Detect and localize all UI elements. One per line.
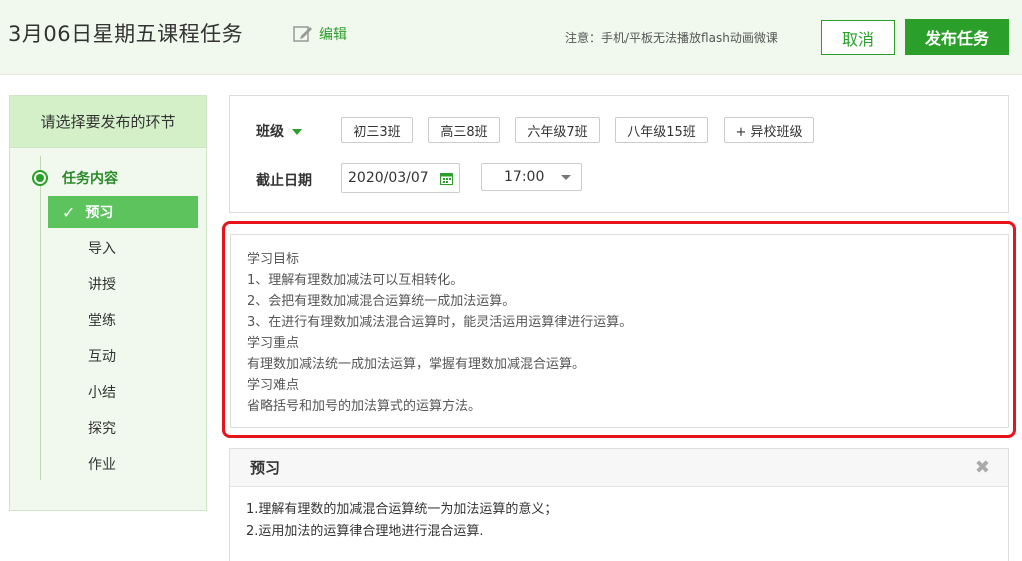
step-lecture[interactable]: 讲授 (48, 268, 198, 300)
flash-notice: 注意：手机/平板无法播放flash动画微课 (565, 31, 778, 45)
objective-line: 3、在进行有理数加减法混合运算时，能灵活运用运算律进行运算。 (247, 315, 633, 330)
step-interaction[interactable]: 互动 (48, 340, 198, 372)
objective-line: 有理数加减法统一成加法运算，掌握有理数加减混合运算。 (247, 357, 586, 372)
class-chip[interactable]: 初三3班 (341, 117, 413, 143)
deadline-date-value: 2020/03/07 (348, 170, 429, 186)
close-icon[interactable]: ✖ (975, 459, 990, 477)
step-preview[interactable]: ✓ 预习 (48, 196, 198, 228)
objective-line: 2、会把有理数加减混合运算统一成加法运算。 (247, 294, 516, 309)
class-dropdown[interactable]: 班级 (256, 121, 302, 141)
section-sidebar: 请选择要发布的环节 任务内容 ✓ 预习 导入 讲授 堂练 互动 小结 探究 作业 (9, 95, 207, 511)
step-label: 导入 (88, 241, 116, 257)
cancel-button[interactable]: 取消 (821, 20, 895, 55)
preview-card-title: 预习 (250, 459, 281, 477)
step-label: 讲授 (88, 277, 116, 293)
preview-card-body: 1.理解有理数的加减混合运算统一为加法运算的意义； 2.运用加法的运算律合理地进… (230, 487, 1008, 543)
step-label: 互动 (88, 349, 116, 365)
objective-line: 省略括号和加号的加法算式的运算方法。 (247, 399, 482, 414)
preview-line: 1.理解有理数的加减混合运算统一为加法运算的意义； (246, 502, 558, 517)
learning-objectives-box[interactable]: 学习目标 1、理解有理数加减法可以互相转化。 2、会把有理数加减混合运算统一成加… (230, 234, 1009, 428)
add-other-school-class-button[interactable]: + 异校班级 (724, 117, 814, 143)
publish-task-button[interactable]: 发布任务 (905, 19, 1009, 55)
step-label: 作业 (88, 457, 116, 473)
chevron-down-icon (561, 175, 571, 180)
check-icon: ✓ (62, 202, 76, 222)
objective-line: 学习重点 (247, 336, 300, 351)
step-label: 小结 (88, 385, 116, 401)
deadline-label: 截止日期 (256, 173, 312, 189)
class-chip[interactable]: 六年级7班 (515, 117, 600, 143)
deadline-date-input[interactable]: 2020/03/07 (341, 163, 460, 193)
preview-card: 预习 ✖ 1.理解有理数的加减混合运算统一为加法运算的意义； 2.运用加法的运算… (229, 448, 1009, 561)
step-inquiry[interactable]: 探究 (48, 412, 198, 444)
edit-button[interactable]: 编辑 (293, 24, 347, 44)
step-label: 预习 (85, 205, 114, 221)
preview-line: 2.运用加法的运算律合理地进行混合运算. (246, 524, 484, 539)
class-label: 班级 (256, 124, 284, 140)
section-label: 任务内容 (62, 171, 118, 187)
objective-line: 学习难点 (247, 378, 300, 393)
radio-selected-icon (32, 170, 48, 186)
chevron-down-icon (292, 129, 302, 135)
deadline-time-select[interactable]: 17:00 (481, 163, 582, 191)
task-settings-form: 班级 初三3班 高三8班 六年级7班 八年级15班 + 异校班级 截止日期 20… (229, 95, 1009, 213)
calendar-icon (440, 173, 453, 185)
timeline-line (40, 156, 41, 480)
step-intro[interactable]: 导入 (48, 232, 198, 264)
step-summary[interactable]: 小结 (48, 376, 198, 408)
objective-line: 1、理解有理数加减法可以互相转化。 (247, 273, 464, 288)
objective-line: 学习目标 (247, 252, 300, 267)
edit-label: 编辑 (319, 27, 347, 43)
edit-icon (293, 26, 312, 42)
step-homework[interactable]: 作业 (48, 448, 198, 480)
step-practice[interactable]: 堂练 (48, 304, 198, 336)
class-chip[interactable]: 八年级15班 (615, 117, 708, 143)
section-task-content[interactable]: 任务内容 (32, 168, 118, 188)
sidebar-heading: 请选择要发布的环节 (10, 96, 206, 148)
page-header: 3月06日星期五课程任务 编辑 注意：手机/平板无法播放flash动画微课 取消… (0, 0, 1022, 75)
deadline-time-value: 17:00 (504, 169, 545, 185)
step-label: 堂练 (88, 313, 116, 329)
class-chip[interactable]: 高三8班 (428, 117, 500, 143)
step-label: 探究 (88, 421, 116, 437)
page-title: 3月06日星期五课程任务 (8, 22, 244, 46)
preview-card-header: 预习 ✖ (230, 449, 1008, 487)
